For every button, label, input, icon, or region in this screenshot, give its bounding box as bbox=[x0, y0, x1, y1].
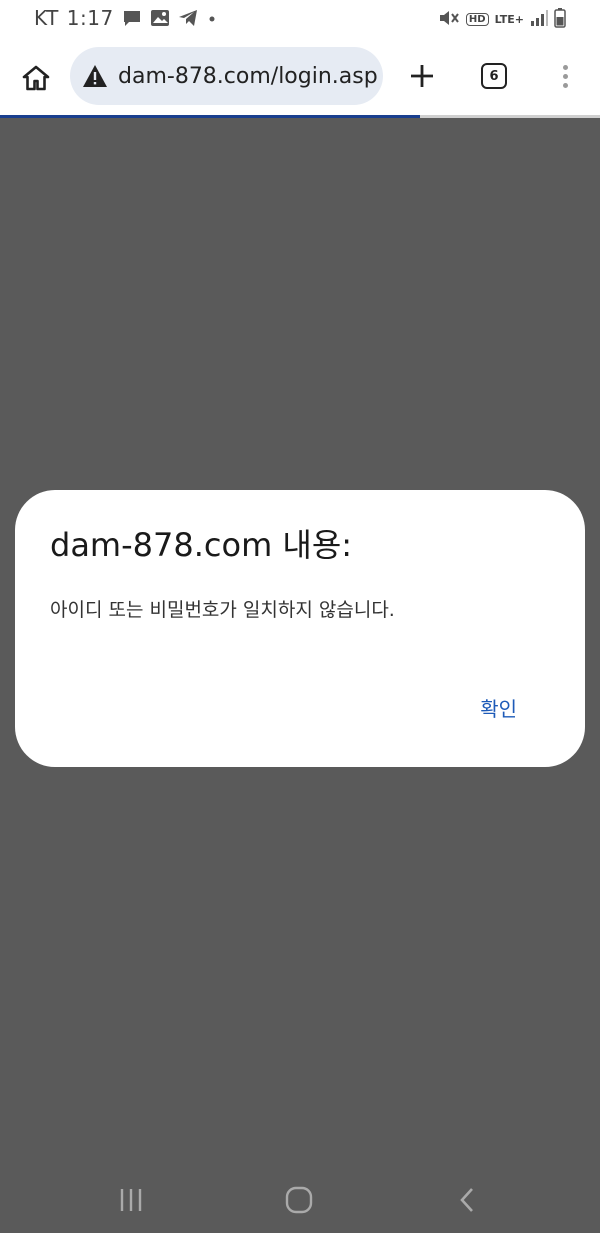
tabs-icon[interactable]: 6 bbox=[481, 63, 507, 89]
carrier-label: KT bbox=[34, 6, 59, 30]
home-nav-button[interactable] bbox=[279, 1183, 319, 1217]
recent-apps-icon bbox=[120, 1189, 142, 1211]
recent-apps-button[interactable] bbox=[111, 1183, 151, 1217]
back-button[interactable] bbox=[447, 1183, 487, 1217]
status-right: HD LTE+ bbox=[438, 8, 566, 31]
battery-icon bbox=[554, 8, 566, 31]
warning-icon[interactable] bbox=[82, 63, 108, 89]
telegram-icon bbox=[178, 9, 198, 27]
signal-icon bbox=[530, 9, 548, 30]
more-vert-icon[interactable] bbox=[552, 58, 578, 94]
url-bar[interactable]: dam-878.com/login.asp bbox=[70, 47, 383, 105]
plus-icon bbox=[411, 65, 433, 87]
screen: KT 1:17 HD LTE+ dam-878.com/login.asp 6 … bbox=[0, 0, 600, 1233]
navigation-bar bbox=[0, 1163, 600, 1233]
url-text[interactable]: dam-878.com/login.asp bbox=[118, 64, 378, 89]
new-tab-button[interactable] bbox=[404, 58, 440, 94]
alert-dialog: dam-878.com 내용: 아이디 또는 비밀번호가 일치하지 않습니다. … bbox=[15, 490, 585, 767]
dialog-message: 아이디 또는 비밀번호가 일치하지 않습니다. bbox=[50, 599, 395, 621]
hd-voice-icon: HD bbox=[465, 13, 489, 26]
status-bar: KT 1:17 HD LTE+ bbox=[0, 0, 600, 40]
tab-count: 6 bbox=[489, 68, 499, 84]
back-icon bbox=[460, 1188, 473, 1212]
dialog-title: dam-878.com 내용: bbox=[50, 526, 353, 564]
home-nav-icon bbox=[285, 1186, 313, 1214]
mute-icon bbox=[438, 8, 460, 31]
dot-icon bbox=[206, 9, 218, 27]
clock: 1:17 bbox=[66, 6, 114, 30]
page-load-progress bbox=[0, 115, 600, 118]
image-icon bbox=[150, 9, 170, 27]
chat-icon bbox=[122, 9, 142, 27]
lte-icon: LTE+ bbox=[494, 13, 524, 26]
home-icon bbox=[22, 65, 50, 91]
status-left: KT 1:17 bbox=[34, 6, 218, 30]
progress-fill bbox=[0, 115, 420, 118]
browser-toolbar: dam-878.com/login.asp 6 bbox=[0, 40, 600, 115]
home-button[interactable] bbox=[18, 60, 54, 96]
ok-button[interactable]: 확인 bbox=[480, 693, 517, 722]
